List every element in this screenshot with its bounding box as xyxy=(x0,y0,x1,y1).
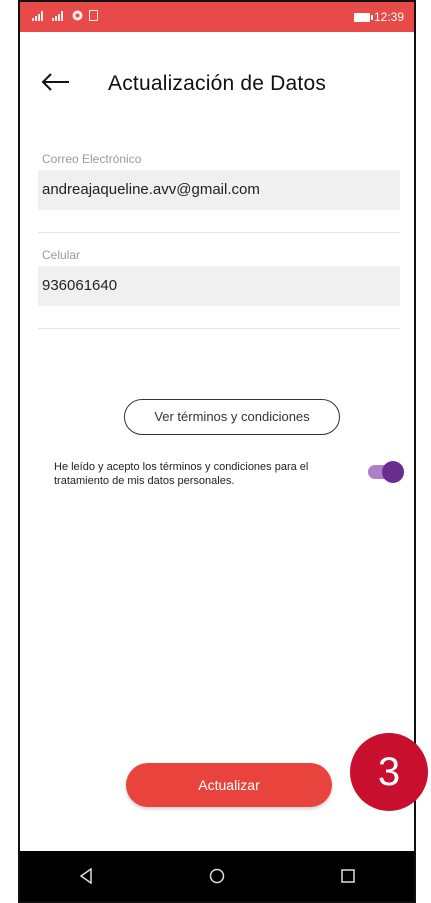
app-header: Actualización de Datos xyxy=(20,60,414,110)
status-right: 12:39 xyxy=(353,10,404,24)
system-nav-bar xyxy=(20,851,414,901)
consent-toggle[interactable] xyxy=(366,461,404,483)
nav-recents-icon[interactable] xyxy=(318,851,378,901)
nav-back-icon[interactable] xyxy=(56,851,116,901)
page-title: Actualización de Datos xyxy=(108,72,327,95)
toggle-knob xyxy=(382,461,404,483)
nav-home-icon[interactable] xyxy=(187,851,247,901)
status-time: 12:39 xyxy=(373,10,404,24)
email-field-group: Correo Electrónico andreajaqueline.avv@g… xyxy=(38,152,400,233)
step-badge: 3 xyxy=(350,733,428,811)
divider xyxy=(38,232,400,233)
phone-field-group: Celular 936061640 xyxy=(38,248,400,329)
status-bar: 12:39 xyxy=(20,2,414,32)
update-button[interactable]: Actualizar xyxy=(126,763,332,807)
email-field[interactable]: andreajaqueline.avv@gmail.com xyxy=(38,170,400,210)
phone-field[interactable]: 936061640 xyxy=(38,266,400,306)
email-label: Correo Electrónico xyxy=(42,152,142,166)
phone-label: Celular xyxy=(42,248,81,262)
divider xyxy=(38,328,400,329)
battery-icon xyxy=(353,12,373,22)
consent-text: He leído y acepto los términos y condici… xyxy=(54,461,309,487)
signal-icon xyxy=(32,10,43,21)
sim-icon xyxy=(89,10,98,21)
status-icons xyxy=(32,10,98,21)
terms-button[interactable]: Ver términos y condiciones xyxy=(124,399,340,435)
arrow-left-icon[interactable] xyxy=(38,68,74,98)
app-notification-icon xyxy=(72,10,83,21)
signal-2-icon xyxy=(52,10,63,21)
